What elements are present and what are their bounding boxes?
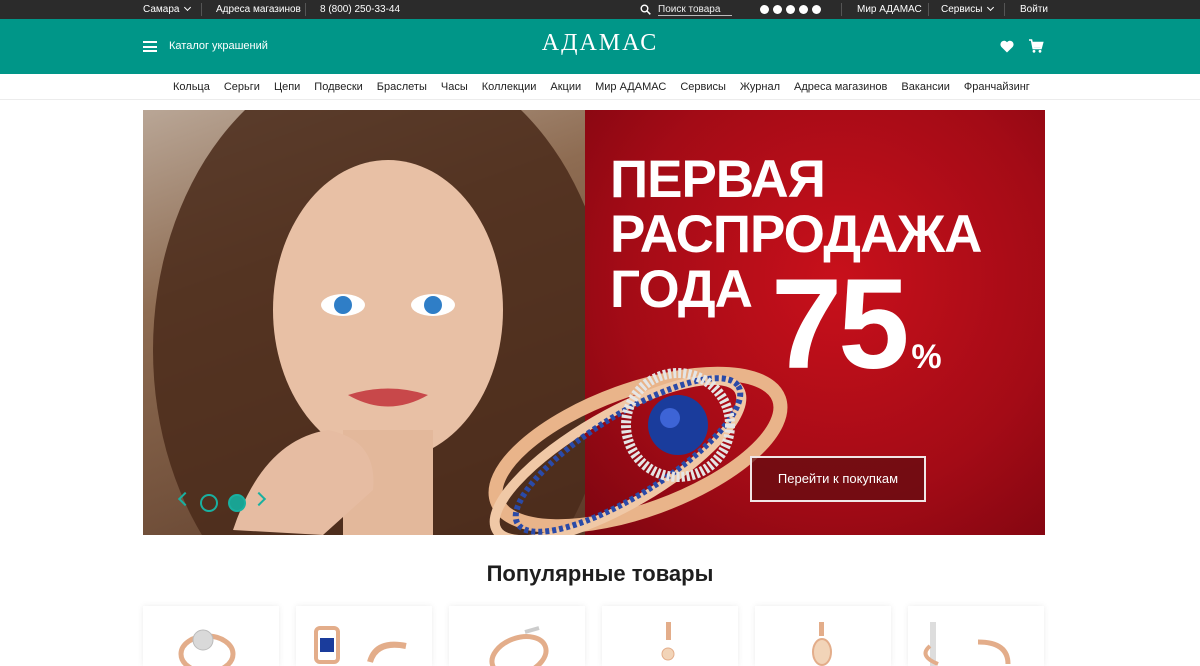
nav-item-journal[interactable]: Журнал	[733, 74, 787, 100]
hero-banner[interactable]: ПЕРВАЯ РАСПРОДАЖА ГОДА 75% Перейти к пок…	[143, 110, 1045, 535]
chevron-down-icon	[987, 3, 995, 12]
main-nav: Кольца Серьги Цепи Подвески Браслеты Час…	[0, 74, 1200, 100]
product-card[interactable]	[602, 606, 738, 666]
shop-now-button[interactable]: Перейти к покупкам	[750, 456, 926, 502]
product-card[interactable]	[296, 606, 432, 666]
world-link[interactable]: Мир АДАМАС	[857, 0, 922, 19]
header: Каталог украшений АДАМАС	[0, 19, 1200, 74]
heart-icon[interactable]	[999, 38, 1015, 54]
product-image	[314, 626, 407, 664]
nav-item-franchise[interactable]: Франчайзинг	[957, 74, 1037, 100]
product-card[interactable]	[449, 606, 585, 666]
product-card[interactable]	[143, 606, 279, 666]
popular-title: Популярные товары	[486, 561, 714, 586]
divider	[1004, 3, 1005, 16]
city-selector[interactable]: Самара	[143, 0, 192, 19]
nav-item-vacancies[interactable]: Вакансии	[894, 74, 957, 100]
promo-line-1: ПЕРВАЯ	[610, 150, 826, 209]
divider	[201, 3, 202, 16]
divider	[841, 3, 842, 16]
nav-item-watches[interactable]: Часы	[434, 74, 475, 100]
percent-sign: %	[911, 338, 942, 376]
product-image	[812, 622, 832, 666]
city-label: Самара	[143, 4, 180, 15]
chevron-down-icon	[184, 3, 192, 12]
telegram-icon[interactable]	[812, 5, 821, 14]
divider	[928, 3, 929, 16]
services-menu[interactable]: Сервисы	[941, 0, 995, 19]
nav-item-earrings[interactable]: Серьги	[217, 74, 267, 100]
logo[interactable]: АДАМАС	[500, 30, 700, 57]
search-input[interactable]	[658, 3, 732, 16]
search-icon[interactable]	[640, 4, 651, 15]
services-label: Сервисы	[941, 4, 983, 15]
instagram-icon[interactable]	[773, 5, 782, 14]
nav-item-world[interactable]: Мир АДАМАС	[588, 74, 673, 100]
discount-number: 75	[771, 253, 909, 396]
nav-item-bracelets[interactable]: Браслеты	[370, 74, 434, 100]
product-card[interactable]	[908, 606, 1044, 666]
product-image	[923, 622, 1011, 666]
product-image	[489, 626, 549, 666]
nav-item-sales[interactable]: Акции	[543, 74, 588, 100]
youtube-icon[interactable]	[799, 5, 808, 14]
vk-icon[interactable]	[786, 5, 795, 14]
nav-item-chains[interactable]: Цепи	[267, 74, 307, 100]
nav-item-collections[interactable]: Коллекции	[475, 74, 544, 100]
stores-link[interactable]: Адреса магазинов	[216, 0, 301, 19]
top-bar: Самара Адреса магазинов 8 (800) 250-33-4…	[0, 0, 1200, 19]
slider-dot-1[interactable]	[200, 494, 218, 512]
slider-dot-2[interactable]	[228, 494, 246, 512]
ring-image	[488, 366, 788, 535]
product-image	[661, 622, 675, 661]
product-card[interactable]	[755, 606, 891, 666]
nav-item-stores[interactable]: Адреса магазинов	[787, 74, 894, 100]
discount-value: 75%	[771, 260, 942, 422]
nav-item-rings[interactable]: Кольца	[166, 74, 217, 100]
catalog-button[interactable]: Каталог украшений	[169, 38, 268, 54]
facebook-icon[interactable]	[760, 5, 769, 14]
divider	[305, 3, 306, 16]
login-link[interactable]: Войти	[1020, 0, 1048, 19]
product-image	[178, 629, 236, 666]
nav-item-services[interactable]: Сервисы	[673, 74, 733, 100]
phone-number[interactable]: 8 (800) 250-33-44	[320, 0, 400, 19]
cart-icon[interactable]	[1028, 38, 1044, 54]
nav-item-pendants[interactable]: Подвески	[307, 74, 370, 100]
menu-icon[interactable]	[143, 41, 157, 52]
